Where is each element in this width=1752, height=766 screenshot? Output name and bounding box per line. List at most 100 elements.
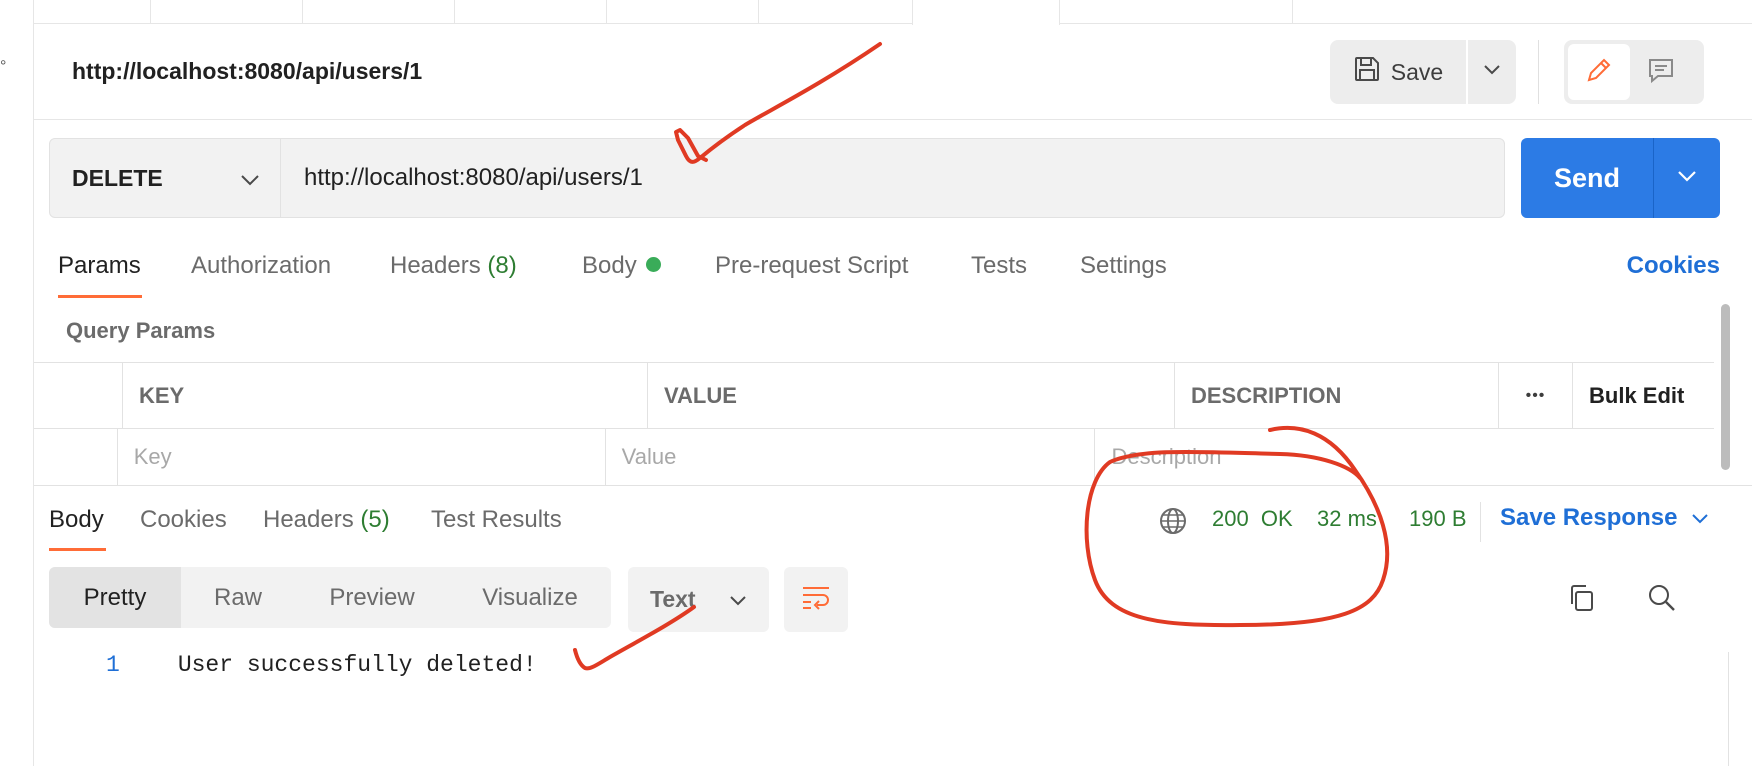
tab-body-label: Body <box>582 252 637 279</box>
status-text: OK <box>1260 506 1293 531</box>
response-time[interactable]: 32 ms <box>1317 506 1377 532</box>
request-tab[interactable] <box>302 0 438 24</box>
response-panel: Body Cookies Headers (5) Test Results 20… <box>34 485 1752 766</box>
response-tab-body[interactable]: Body <box>49 506 104 534</box>
save-label: Save <box>1390 58 1444 85</box>
tab-pre-request-script[interactable]: Pre-request Script <box>715 252 908 280</box>
tab-body[interactable]: Body <box>582 252 661 280</box>
chevron-down-icon <box>1691 504 1709 532</box>
response-body-line: 1 User successfully deleted! <box>106 652 537 678</box>
body-status-dot-icon <box>645 257 661 272</box>
table-row: Key Value Description <box>34 429 1714 486</box>
edit-mode-button[interactable] <box>1568 44 1630 100</box>
params-scrollbar[interactable] <box>1718 300 1732 480</box>
response-size[interactable]: 190 B <box>1409 506 1467 532</box>
method-label: DELETE <box>72 164 163 191</box>
request-tab[interactable] <box>150 0 286 24</box>
tab-headers[interactable]: Headers (8) <box>390 252 517 280</box>
meta-divider <box>1480 502 1481 542</box>
tab-settings[interactable]: Settings <box>1080 252 1167 280</box>
send-button[interactable]: Send <box>1521 138 1654 218</box>
scrollbar-thumb[interactable] <box>1721 304 1730 470</box>
mode-toggle <box>1564 40 1704 104</box>
globe-icon[interactable] <box>1158 506 1188 541</box>
url-input[interactable] <box>281 139 1504 217</box>
status-indicator[interactable]: 200 OK <box>1212 506 1293 532</box>
response-tab-headers-label: Headers <box>263 506 354 533</box>
copy-icon <box>1567 583 1597 618</box>
wrap-lines-button[interactable] <box>784 567 848 632</box>
view-tab-pretty[interactable]: Pretty <box>49 567 181 628</box>
column-header-description: DESCRIPTION <box>1175 363 1499 428</box>
active-tab-indicator <box>58 295 142 298</box>
search-icon <box>1647 583 1677 618</box>
search-button[interactable] <box>1644 582 1680 618</box>
chevron-down-icon <box>1483 63 1501 81</box>
code-scroll-track <box>1728 652 1729 766</box>
tab-authorization[interactable]: Authorization <box>191 252 331 280</box>
pencil-icon <box>1584 55 1614 90</box>
value-input[interactable]: Value <box>606 429 1096 485</box>
request-header: http://localhost:8080/api/users/1 Save <box>34 24 1752 120</box>
format-label: Text <box>650 586 696 612</box>
gutter-dot-icon: ° <box>0 58 7 75</box>
tab-headers-label: Headers <box>390 252 481 279</box>
send-button-group: Send <box>1521 138 1720 218</box>
save-response-button[interactable]: Save Response <box>1500 504 1709 532</box>
format-select[interactable]: Text <box>628 567 769 632</box>
response-body-text[interactable]: User successfully deleted! <box>178 652 537 678</box>
save-button-group: Save <box>1330 40 1516 104</box>
query-params-table: KEY VALUE DESCRIPTION ••• Bulk Edit Key … <box>34 362 1714 486</box>
column-header-value: VALUE <box>648 363 1175 428</box>
save-icon <box>1353 55 1381 89</box>
request-tab-active[interactable] <box>912 0 1060 25</box>
header-divider <box>1538 40 1539 104</box>
response-tab-headers[interactable]: Headers (5) <box>263 506 390 534</box>
save-button[interactable]: Save <box>1330 40 1466 104</box>
tab-params[interactable]: Params <box>58 252 141 280</box>
url-bar: DELETE <box>49 138 1505 218</box>
comments-mode-button[interactable] <box>1630 44 1692 100</box>
description-input[interactable]: Description <box>1095 429 1714 485</box>
key-input[interactable]: Key <box>118 429 606 485</box>
chevron-down-icon <box>1677 169 1697 187</box>
request-tab-strip <box>34 0 1752 25</box>
request-tab[interactable] <box>1292 0 1752 24</box>
column-header-key: KEY <box>123 363 648 428</box>
left-gutter: ° <box>0 0 34 766</box>
save-options-button[interactable] <box>1468 40 1516 104</box>
chevron-down-icon <box>240 165 260 192</box>
tab-tests[interactable]: Tests <box>971 252 1027 280</box>
response-active-tab-indicator <box>49 548 106 551</box>
request-title[interactable]: http://localhost:8080/api/users/1 <box>72 58 422 85</box>
bulk-edit-button[interactable]: Bulk Edit <box>1573 363 1714 428</box>
query-params-label: Query Params <box>66 318 216 343</box>
save-response-label: Save Response <box>1500 504 1678 531</box>
more-horizontal-icon: ••• <box>1525 386 1546 404</box>
response-tab-cookies[interactable]: Cookies <box>140 506 227 534</box>
response-view-tabs: Pretty Raw Preview Visualize <box>49 567 611 628</box>
request-tab[interactable] <box>454 0 590 24</box>
table-header-row: KEY VALUE DESCRIPTION ••• Bulk Edit <box>34 363 1714 429</box>
view-tab-raw[interactable]: Raw <box>181 567 295 628</box>
response-tab-headers-count: (5) <box>360 506 390 533</box>
row-checkbox-cell <box>34 429 118 485</box>
send-options-button[interactable] <box>1654 138 1720 218</box>
chevron-down-icon <box>729 586 747 613</box>
view-tab-visualize[interactable]: Visualize <box>449 567 611 628</box>
comment-icon <box>1646 55 1676 90</box>
request-tabs: Params Authorization Headers (8) Body Pr… <box>34 240 1720 300</box>
method-select[interactable]: DELETE <box>50 139 281 217</box>
more-options-button[interactable]: ••• <box>1499 363 1573 428</box>
status-code: 200 <box>1212 506 1249 531</box>
response-tab-test-results[interactable]: Test Results <box>431 506 562 534</box>
checkbox-column-header <box>34 363 123 428</box>
request-tab[interactable] <box>758 0 894 24</box>
line-number: 1 <box>106 652 120 678</box>
request-tab[interactable] <box>606 0 742 24</box>
tab-headers-count: (8) <box>487 252 517 279</box>
copy-button[interactable] <box>1564 582 1600 618</box>
cookies-link[interactable]: Cookies <box>1627 252 1720 280</box>
wrap-lines-icon <box>800 583 832 616</box>
view-tab-preview[interactable]: Preview <box>295 567 449 628</box>
